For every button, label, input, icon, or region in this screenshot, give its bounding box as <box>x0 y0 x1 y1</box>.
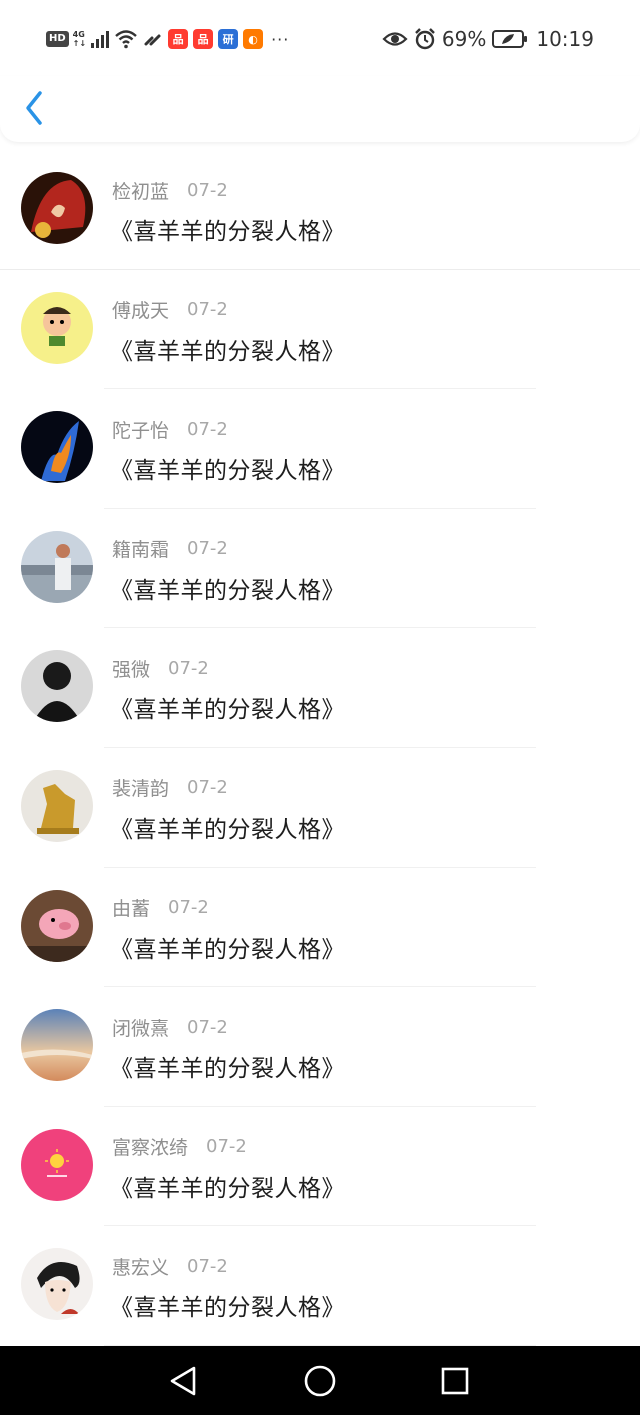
nav-home-button[interactable] <box>303 1364 337 1398</box>
username[interactable]: 籍南霜 <box>112 535 169 562</box>
status-bar: HD 4G ↑↓ 品品研 ◐ ··· 69% 10:19 <box>0 0 640 76</box>
comment-row[interactable]: 籍南霜 07-2 《喜羊羊的分裂人格》 <box>0 509 640 629</box>
comment-row[interactable]: 惠宏义 07-2 《喜羊羊的分裂人格》 <box>0 1226 640 1346</box>
wifi-icon <box>115 30 137 49</box>
comment-text: 《喜羊羊的分裂人格》 <box>110 936 345 963</box>
comment-text: 《喜羊羊的分裂人格》 <box>110 816 345 843</box>
comment-date: 07-2 <box>187 538 228 560</box>
chevron-left-icon <box>26 91 42 125</box>
status-right: 69% 10:19 <box>382 26 594 52</box>
status-left: HD 4G ↑↓ 品品研 ◐ ··· <box>46 27 289 51</box>
nav-back-button[interactable] <box>166 1364 200 1398</box>
comment-meta: 检初蓝 07-2 <box>112 177 228 204</box>
square-recents-icon <box>441 1367 469 1395</box>
comment-row[interactable]: 闭微熹 07-2 《喜羊羊的分裂人格》 <box>0 987 640 1107</box>
comment-text: 《喜羊羊的分裂人格》 <box>110 338 345 365</box>
username[interactable]: 陀子怡 <box>112 416 169 443</box>
comment-row[interactable]: 检初蓝 07-2 《喜羊羊的分裂人格》 <box>0 150 640 270</box>
hd-badge: HD <box>46 31 69 47</box>
comment-text: 《喜羊羊的分裂人格》 <box>110 1175 345 1202</box>
comment-meta: 傅成天 07-2 <box>112 298 228 322</box>
comment-meta: 籍南霜 07-2 <box>112 537 228 561</box>
comment-date: 07-2 <box>168 657 209 679</box>
circle-home-icon <box>304 1365 336 1397</box>
avatar-fire-smoke[interactable] <box>21 411 93 484</box>
nav-recents-button[interactable] <box>438 1364 472 1398</box>
comment-meta: 闭微熹 07-2 <box>112 1014 228 1041</box>
app-icon-1: 品 <box>168 29 189 49</box>
comment-meta: 惠宏义 07-2 <box>112 1253 228 1280</box>
comment-date: 07-2 <box>187 179 228 201</box>
battery-percent: 69% <box>441 27 487 51</box>
comment-row[interactable]: 傅成天 07-2 《喜羊羊的分裂人格》 <box>0 270 640 390</box>
avatar-cartoon-boy[interactable] <box>21 291 93 364</box>
comment-date: 07-2 <box>206 1136 247 1158</box>
username[interactable]: 富察浓绮 <box>112 1133 188 1160</box>
comment-meta: 由蓄 07-2 <box>112 896 209 920</box>
clock: 10:19 <box>536 27 594 51</box>
comment-meta: 陀子怡 07-2 <box>112 416 228 443</box>
avatar-anime-sketch[interactable] <box>21 1248 93 1321</box>
comment-meta: 强微 07-2 <box>112 655 209 682</box>
comment-date: 07-2 <box>187 1255 228 1277</box>
username[interactable]: 惠宏义 <box>112 1253 169 1280</box>
comment-date: 07-2 <box>187 1016 228 1038</box>
network-type: 4G ↑↓ <box>73 30 86 48</box>
network-activity: ↑↓ <box>72 39 87 48</box>
comment-row[interactable]: 强微 07-2 《喜羊羊的分裂人格》 <box>0 628 640 748</box>
signal-icon <box>91 31 110 48</box>
comment-text: 《喜羊羊的分裂人格》 <box>110 219 345 245</box>
app-icon-3: 研 <box>218 29 239 49</box>
comment-text: 《喜羊羊的分裂人格》 <box>110 697 345 724</box>
username[interactable]: 傅成天 <box>112 296 169 323</box>
username[interactable]: 裴清韵 <box>112 774 169 801</box>
avatar-golden-horse[interactable] <box>21 769 93 842</box>
comment-date: 07-2 <box>187 777 228 799</box>
comment-row[interactable]: 陀子怡 07-2 《喜羊羊的分裂人格》 <box>0 389 640 509</box>
comment-date: 07-2 <box>187 418 228 440</box>
avatar-city-person[interactable] <box>21 530 93 603</box>
comment-text: 《喜羊羊的分裂人格》 <box>110 1295 345 1322</box>
app-icon-2: 品 <box>193 29 214 49</box>
comment-list: 检初蓝 07-2 《喜羊羊的分裂人格》 傅成天 07-2 《喜羊羊的分裂人格》 … <box>0 150 640 1346</box>
comment-date: 07-2 <box>187 299 228 321</box>
comment-text: 《喜羊羊的分裂人格》 <box>110 1056 345 1083</box>
comment-text: 《喜羊羊的分裂人格》 <box>110 577 345 604</box>
link-icon <box>144 34 161 46</box>
eye-icon <box>382 32 408 46</box>
avatar-anime-red-hair[interactable] <box>21 172 93 244</box>
username[interactable]: 由蓄 <box>112 894 150 921</box>
battery-icon <box>492 30 528 48</box>
app-header <box>0 76 640 142</box>
comment-meta: 富察浓绮 07-2 <box>112 1135 247 1159</box>
comment-text: 《喜羊羊的分裂人格》 <box>110 458 345 485</box>
notification-app-icons: 品品研 ◐ <box>168 29 264 49</box>
avatar-sunset-sky[interactable] <box>21 1009 93 1082</box>
username[interactable]: 闭微熹 <box>112 1014 169 1041</box>
avatar-pink-sun[interactable] <box>21 1128 93 1201</box>
comment-row[interactable]: 由蓄 07-2 《喜羊羊的分裂人格》 <box>0 868 640 988</box>
triangle-back-icon <box>170 1366 196 1396</box>
username[interactable]: 强微 <box>112 655 150 682</box>
more-notifications-icon: ··· <box>271 29 290 49</box>
comment-row[interactable]: 富察浓绮 07-2 《喜羊羊的分裂人格》 <box>0 1107 640 1227</box>
avatar-dark-portrait[interactable] <box>21 650 93 723</box>
username[interactable]: 检初蓝 <box>112 177 169 204</box>
comment-date: 07-2 <box>168 897 209 919</box>
back-button[interactable] <box>18 88 54 128</box>
alarm-icon <box>415 28 435 50</box>
comment-row[interactable]: 裴清韵 07-2 《喜羊羊的分裂人格》 <box>0 748 640 868</box>
network-label: 4G <box>72 30 85 39</box>
avatar-pink-pig[interactable] <box>21 889 93 962</box>
system-nav-bar <box>0 1346 640 1415</box>
app-icon-4: ◐ <box>243 29 264 49</box>
comment-meta: 裴清韵 07-2 <box>112 776 228 800</box>
